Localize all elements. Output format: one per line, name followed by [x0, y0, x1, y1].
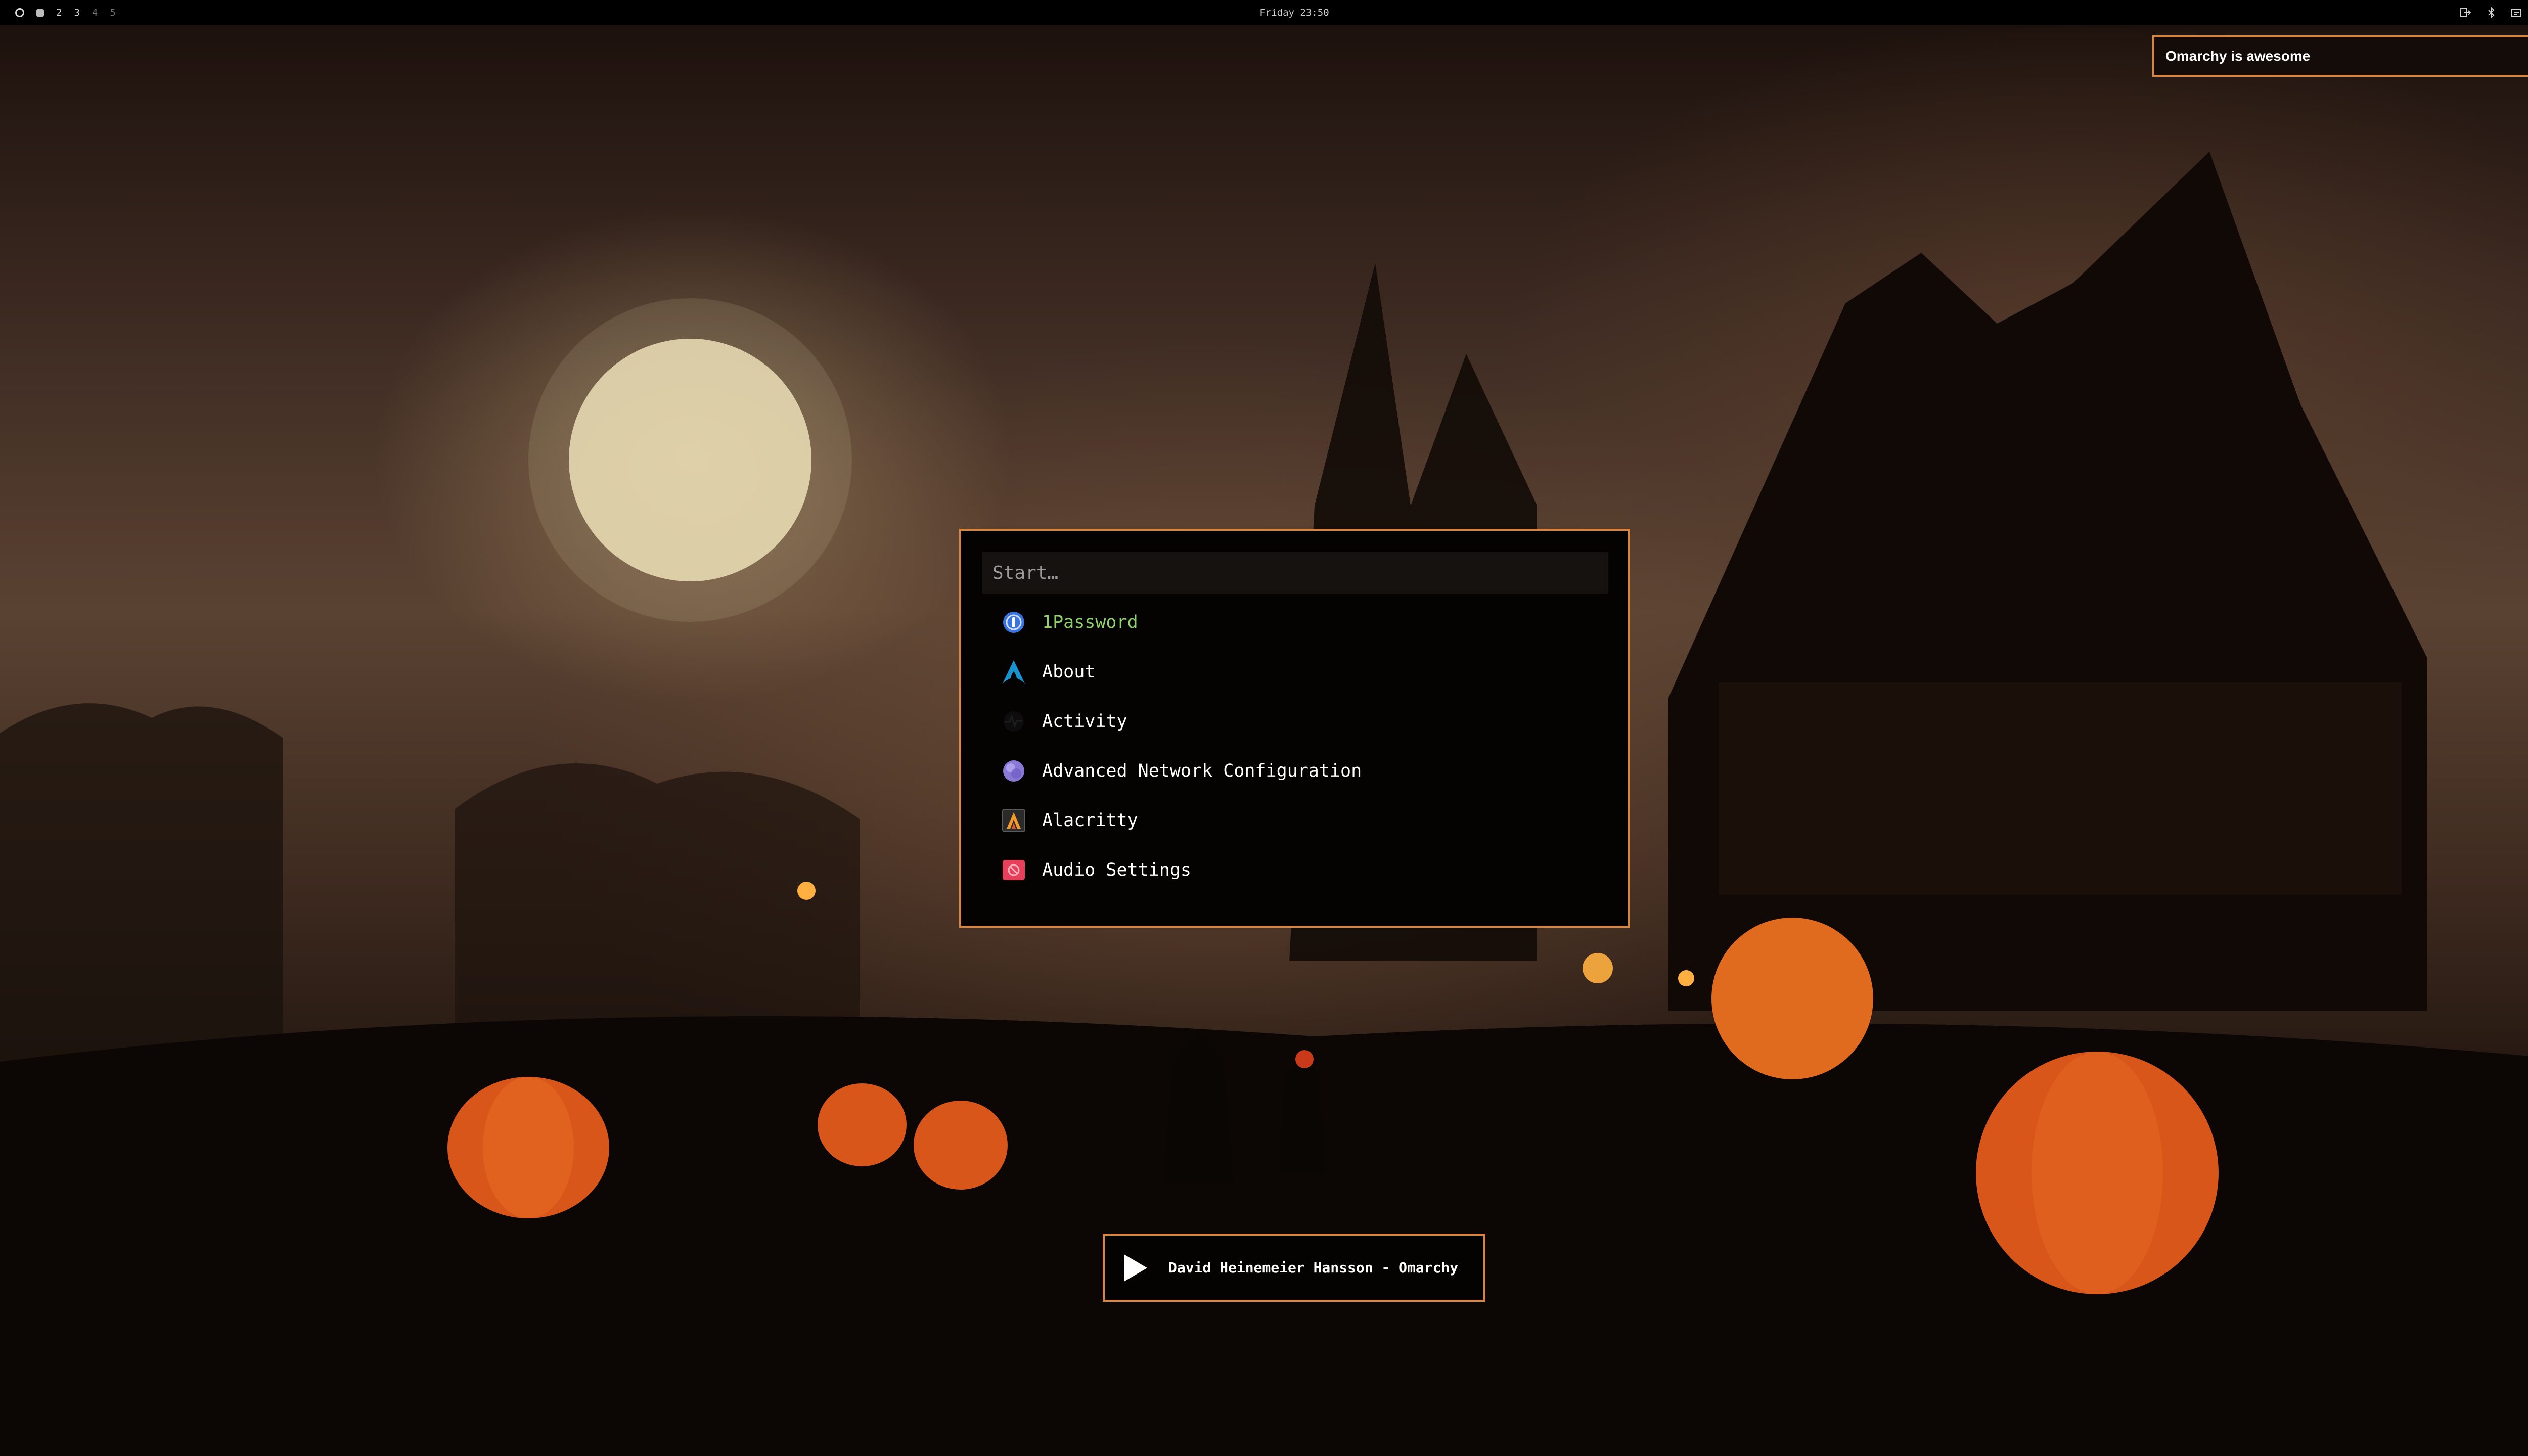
launcher-item-label: Audio Settings: [1042, 860, 1192, 880]
workspace-4[interactable]: 4: [92, 7, 98, 18]
launcher-results-list: 1Password About Activity Advanced Networ…: [1001, 598, 1607, 895]
network-icon[interactable]: [2511, 7, 2522, 18]
workspace-3[interactable]: 3: [74, 7, 79, 18]
workspace-switcher: 2 3 4 5: [15, 0, 116, 25]
1password-icon: [1001, 609, 1027, 635]
activity-icon: [1001, 708, 1027, 735]
alacritty-icon: [1001, 807, 1027, 834]
play-icon[interactable]: [1124, 1254, 1147, 1282]
bluetooth-icon[interactable]: [2488, 7, 2495, 19]
launcher-item-advanced-network-configuration[interactable]: Advanced Network Configuration: [1001, 746, 1607, 796]
top-bar: 2 3 4 5 Friday 23:50: [0, 0, 2528, 25]
launcher-item-activity[interactable]: Activity: [1001, 697, 1607, 746]
app-launcher: 1Password About Activity: [959, 529, 1630, 928]
launcher-item-about[interactable]: About: [1001, 647, 1607, 697]
arch-logo-icon: [1001, 659, 1027, 685]
now-playing-title: David Heinemeier Hansson - Omarchy: [1168, 1259, 1459, 1276]
launcher-item-label: Activity: [1042, 711, 1127, 732]
network-config-icon: [1001, 758, 1027, 784]
launcher-item-1password[interactable]: 1Password: [1001, 598, 1607, 647]
workspace-2[interactable]: 2: [56, 7, 62, 18]
notification-toast[interactable]: Omarchy is awesome: [2152, 35, 2528, 77]
launcher-item-label: About: [1042, 662, 1096, 682]
launcher-item-audio-settings[interactable]: Audio Settings: [1001, 845, 1607, 895]
launcher-search-input[interactable]: [982, 552, 1608, 594]
clock[interactable]: Friday 23:50: [1259, 7, 1329, 18]
notification-text: Omarchy is awesome: [2165, 48, 2311, 64]
workspace-1-active[interactable]: [36, 9, 44, 17]
launcher-item-label: 1Password: [1042, 612, 1138, 632]
launcher-item-label: Alacritty: [1042, 810, 1138, 831]
system-tray: [2459, 0, 2528, 25]
now-playing-widget[interactable]: David Heinemeier Hansson - Omarchy: [1103, 1234, 1485, 1302]
audio-settings-icon: [1001, 857, 1027, 883]
launcher-item-label: Advanced Network Configuration: [1042, 761, 1362, 781]
share-icon[interactable]: [2459, 7, 2471, 18]
omarchy-logo-icon[interactable]: [15, 8, 24, 17]
workspace-5[interactable]: 5: [110, 7, 115, 18]
launcher-item-alacritty[interactable]: Alacritty: [1001, 796, 1607, 845]
